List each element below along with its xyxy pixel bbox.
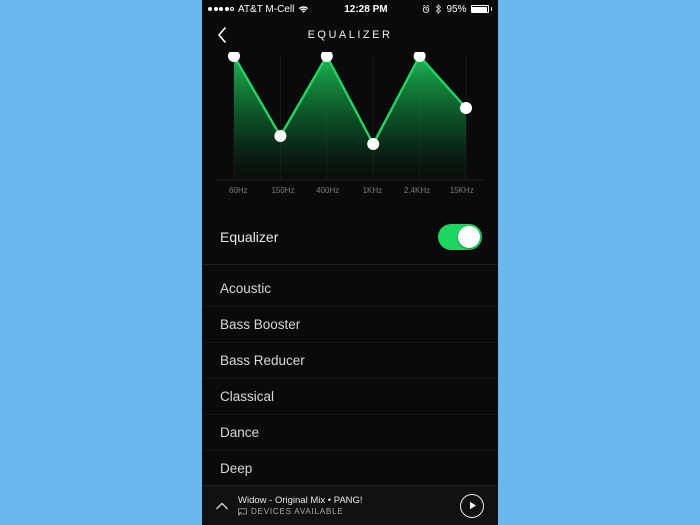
list-item[interactable]: Classical (202, 379, 498, 415)
axis-tick: 1KHz (350, 186, 395, 195)
now-playing-bar[interactable]: O W Widow - Original Mix • PANG! DEVICES… (202, 485, 498, 525)
equalizer-chart[interactable]: 60Hz 150Hz 400Hz 1KHz 2.4KHz 15KHz (202, 52, 498, 208)
status-bar: AT&T M-Cell 12:28 PM 95% (202, 0, 498, 18)
bluetooth-icon (434, 4, 442, 14)
play-icon (469, 501, 477, 510)
axis-tick: 60Hz (216, 186, 261, 195)
axis-tick: 2.4KHz (395, 186, 440, 195)
battery-icon (471, 5, 493, 13)
status-right: 95% (422, 4, 492, 15)
clock-label: 12:28 PM (344, 4, 387, 15)
chart-axis-labels: 60Hz 150Hz 400Hz 1KHz 2.4KHz 15KHz (202, 186, 498, 195)
toggle-knob-icon (458, 226, 480, 248)
cast-icon (238, 508, 247, 516)
axis-tick: 15KHz (439, 186, 484, 195)
list-item[interactable]: Acoustic (202, 271, 498, 307)
expand-icon[interactable] (216, 502, 228, 510)
equalizer-toggle-row: Equalizer (202, 210, 498, 265)
page-title: EQUALIZER (308, 29, 393, 41)
list-item[interactable]: Deep (202, 451, 498, 487)
axis-tick: 150Hz (261, 186, 306, 195)
equalizer-toggle[interactable] (438, 224, 482, 250)
battery-label: 95% (446, 4, 466, 15)
equalizer-toggle-label: Equalizer (220, 229, 278, 245)
now-playing-text: Widow - Original Mix • PANG! DEVICES AVA… (238, 495, 450, 517)
axis-tick: 400Hz (305, 186, 350, 195)
list-item[interactable]: Dance (202, 415, 498, 451)
status-left: AT&T M-Cell (208, 4, 309, 15)
list-item[interactable]: Bass Booster (202, 307, 498, 343)
header: EQUALIZER (202, 18, 498, 52)
track-label: Widow - Original Mix • PANG! (238, 495, 450, 506)
play-button[interactable] (460, 494, 484, 518)
carrier-label: AT&T M-Cell (238, 4, 294, 15)
phone-frame: AT&T M-Cell 12:28 PM 95% EQUALIZER (202, 0, 498, 525)
devices-available[interactable]: DEVICES AVAILABLE (238, 507, 450, 517)
signal-dots-icon (208, 7, 234, 11)
back-button[interactable] (212, 25, 232, 45)
wifi-icon (298, 5, 309, 14)
alarm-icon (422, 4, 430, 14)
list-item[interactable]: Bass Reducer (202, 343, 498, 379)
